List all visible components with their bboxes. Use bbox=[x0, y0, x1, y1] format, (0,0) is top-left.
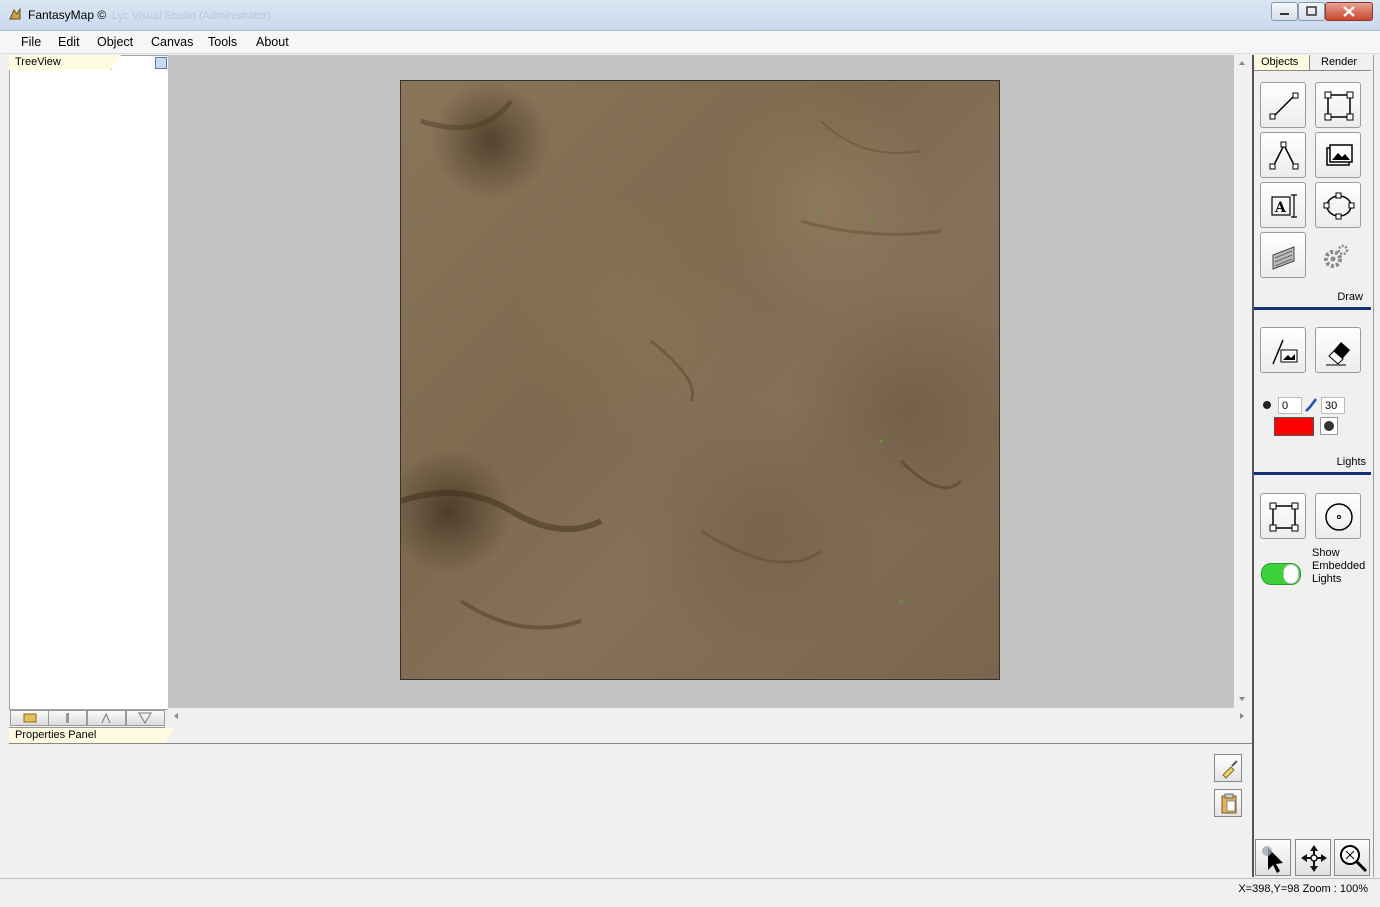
tree-up-button[interactable] bbox=[87, 710, 126, 726]
menu-about[interactable]: About bbox=[256, 35, 289, 49]
map-texture-image[interactable] bbox=[400, 80, 1000, 680]
settings-icon bbox=[1324, 244, 1349, 268]
pin-icon[interactable] bbox=[155, 57, 167, 69]
draw-section-label: Draw bbox=[1337, 291, 1363, 303]
embedded-lights-label-line3: Lights bbox=[1312, 573, 1342, 585]
path-icon bbox=[1269, 141, 1299, 170]
close-button[interactable] bbox=[1325, 2, 1373, 21]
treeview-tab[interactable]: TreeView bbox=[9, 55, 121, 70]
insert-text-button[interactable]: A bbox=[1260, 182, 1306, 228]
settings-button[interactable] bbox=[1321, 242, 1351, 272]
folder-icon bbox=[23, 713, 37, 723]
light-rect-button[interactable] bbox=[1260, 493, 1306, 539]
light-circle-icon bbox=[1325, 503, 1353, 531]
svg-text:A: A bbox=[1274, 200, 1287, 216]
line-icon bbox=[1269, 92, 1299, 120]
lights-section-label: Lights bbox=[1336, 456, 1366, 468]
draw-ellipse-button[interactable] bbox=[1315, 182, 1361, 228]
eraser-button[interactable] bbox=[1315, 327, 1361, 373]
texture-icon bbox=[1272, 246, 1295, 270]
draw-separator bbox=[1254, 307, 1371, 310]
image-icon bbox=[1326, 144, 1353, 166]
triangle-up-icon bbox=[101, 712, 111, 724]
tree-add-folder-button[interactable] bbox=[10, 710, 49, 726]
eraser-icon bbox=[1326, 342, 1350, 366]
status-coordinates-zoom: X=398,Y=98 Zoom : 100% bbox=[1238, 883, 1368, 895]
pan-tool-button[interactable] bbox=[1295, 839, 1331, 876]
terrain-detail bbox=[401, 99, 963, 630]
canvas-vertical-scrollbar[interactable] bbox=[1234, 55, 1250, 708]
menu-canvas[interactable]: Canvas bbox=[151, 35, 193, 49]
light-rect-icon bbox=[1269, 502, 1299, 532]
menu-edit[interactable]: Edit bbox=[58, 35, 80, 49]
canvas-horizontal-scrollbar[interactable] bbox=[168, 708, 1250, 724]
treeview-toolbar bbox=[9, 709, 167, 726]
brush-size-input[interactable]: 0 bbox=[1278, 397, 1302, 414]
light-brush-icon bbox=[1272, 339, 1298, 365]
circle-fill-icon bbox=[1324, 421, 1334, 431]
paste-properties-button[interactable] bbox=[1214, 789, 1242, 817]
draw-path-button[interactable] bbox=[1260, 132, 1306, 178]
light-circle-button[interactable] bbox=[1315, 493, 1361, 539]
draw-line-button[interactable] bbox=[1260, 82, 1306, 128]
light-color-swatch[interactable] bbox=[1274, 417, 1314, 436]
menu-bar: File Edit Object Canvas Tools About bbox=[0, 31, 1380, 54]
properties-tab[interactable]: Properties Panel bbox=[9, 727, 175, 743]
pan-icon bbox=[1301, 845, 1327, 872]
restore-icon bbox=[1306, 6, 1317, 16]
treeview-panel[interactable] bbox=[9, 55, 169, 710]
lights-separator bbox=[1254, 472, 1371, 475]
bar-icon bbox=[66, 713, 69, 723]
window-title: FantasyMap © bbox=[28, 8, 107, 22]
broom-icon bbox=[1222, 760, 1238, 779]
menu-file[interactable]: File bbox=[21, 35, 41, 49]
embedded-lights-label-line2: Embedded bbox=[1312, 560, 1366, 572]
insert-image-button[interactable] bbox=[1315, 132, 1361, 178]
embedded-lights-label-line1: Show bbox=[1312, 547, 1340, 559]
texture-brush-button[interactable] bbox=[1260, 232, 1306, 278]
tree-down-button[interactable] bbox=[126, 710, 165, 726]
tab-objects[interactable]: Objects bbox=[1255, 55, 1310, 70]
clear-properties-button[interactable] bbox=[1214, 754, 1242, 782]
status-bar: X=398,Y=98 Zoom : 100% bbox=[0, 878, 1380, 901]
pointer-tool-button[interactable] bbox=[1255, 839, 1291, 876]
pointer-icon bbox=[1262, 846, 1283, 873]
scroll-arrows-h-icon bbox=[174, 713, 1244, 719]
brush-icon bbox=[1305, 398, 1317, 412]
tab-render[interactable]: Render bbox=[1315, 55, 1371, 70]
tree-move-up-button[interactable] bbox=[48, 710, 87, 726]
brush-size-icon bbox=[1263, 401, 1271, 409]
scroll-arrows-icon bbox=[1239, 61, 1245, 701]
toggle-knob bbox=[1283, 564, 1299, 584]
window-title-ghost: Lyc Visual Studio (Administrator) bbox=[112, 10, 271, 22]
tabs-divider bbox=[1254, 70, 1371, 71]
light-shape-button[interactable] bbox=[1320, 417, 1338, 435]
embedded-lights-label: Show Embedded Lights bbox=[1312, 547, 1365, 586]
menu-object[interactable]: Object bbox=[97, 35, 133, 49]
clipboard-icon bbox=[1221, 793, 1237, 814]
zoom-icon bbox=[1340, 845, 1368, 873]
brush-value-input[interactable]: 30 bbox=[1321, 397, 1345, 414]
menu-tools[interactable]: Tools bbox=[208, 35, 237, 49]
app-icon bbox=[9, 7, 21, 20]
zoom-tool-button[interactable] bbox=[1334, 839, 1370, 876]
text-icon: A bbox=[1271, 194, 1297, 218]
draw-rect-button[interactable] bbox=[1315, 82, 1361, 128]
ellipse-icon bbox=[1323, 192, 1355, 220]
properties-panel bbox=[9, 744, 1252, 876]
close-icon bbox=[1343, 6, 1355, 17]
maximize-button[interactable] bbox=[1298, 2, 1325, 21]
minimize-button[interactable] bbox=[1271, 2, 1298, 21]
light-brush-button[interactable] bbox=[1260, 327, 1306, 373]
select-rect-icon bbox=[1324, 91, 1354, 121]
minimize-icon bbox=[1280, 13, 1289, 15]
triangle-down-icon bbox=[138, 712, 152, 724]
